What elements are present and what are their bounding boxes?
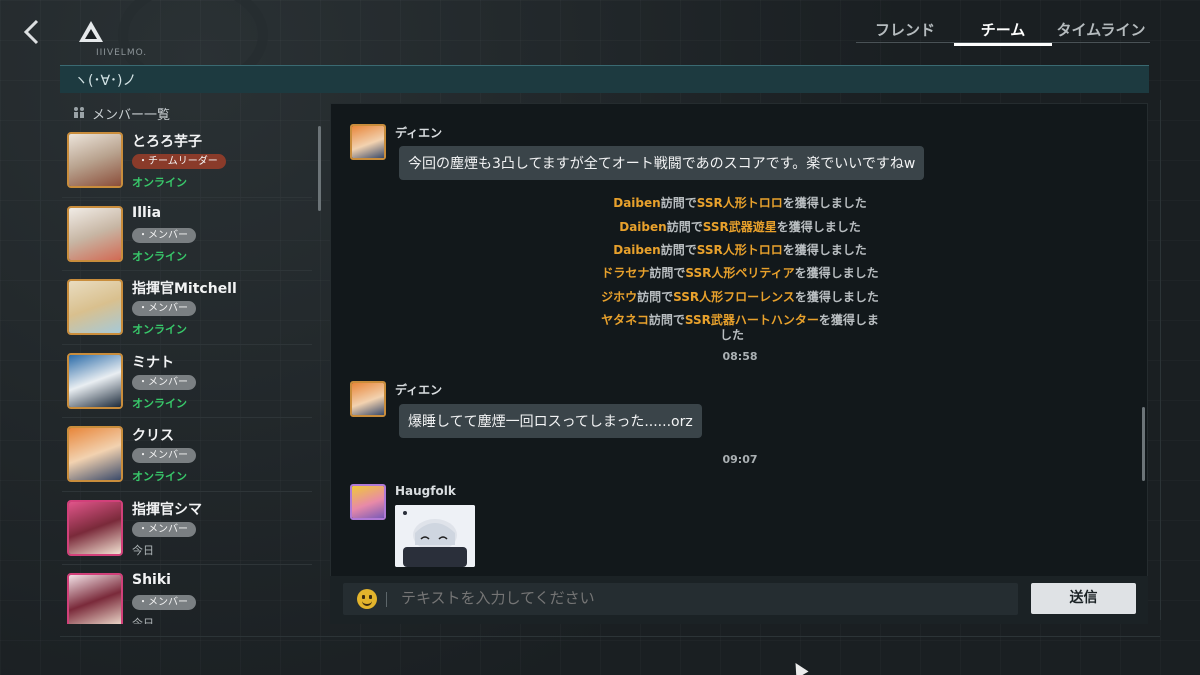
member-name: Illia	[132, 204, 162, 221]
decor-line	[40, 100, 41, 620]
timestamp: 08:58	[722, 350, 758, 363]
role-badge: ・メンバー	[132, 301, 196, 316]
members-icon	[72, 106, 86, 121]
member-status: 今日	[132, 543, 154, 557]
smiley-icon[interactable]	[357, 589, 377, 609]
system-message: Daiben訪問でSSR人形トロロを獲得しました	[613, 196, 867, 210]
member-item[interactable]: 指揮官シマ ・メンバー 今日	[62, 492, 312, 565]
brand-logo: IIIVELMO.	[76, 20, 186, 60]
message-sender: ディエン	[395, 126, 443, 140]
avatar	[67, 132, 123, 188]
member-status: オンライン	[132, 470, 187, 483]
member-status: オンライン	[132, 176, 187, 189]
system-message: ジホウ訪問でSSR人形フローレンスを獲得しました	[601, 290, 879, 304]
member-status: オンライン	[132, 323, 187, 336]
avatar[interactable]	[350, 381, 386, 417]
tab-timeline[interactable]: タイムライン	[1052, 14, 1150, 44]
member-item[interactable]: Shiki ・メンバー 今日	[62, 565, 312, 624]
role-badge: ・メンバー	[132, 521, 196, 537]
member-item[interactable]: ミナト ・メンバー オンライン	[62, 345, 312, 418]
top-tabs: フレンド チーム タイムライン	[856, 14, 1150, 46]
triangle-logo-icon	[79, 21, 103, 42]
avatar[interactable]	[350, 124, 386, 160]
member-name: クリス	[132, 428, 174, 444]
message-bubble: 爆睡してて塵煙一回ロスってしまった......orz	[399, 404, 702, 438]
member-list-scrollbar[interactable]	[318, 126, 321, 211]
role-badge: ・メンバー	[132, 374, 196, 390]
system-message: Daiben訪問でSSR人形トロロを獲得しました	[613, 243, 867, 257]
avatar	[67, 279, 123, 335]
member-name: とろろ芋子	[132, 134, 202, 150]
chat-panel[interactable]: ディエン 今回の塵煙も3凸してますが全てオート戦闘であのスコアです。楽でいいです…	[330, 103, 1148, 624]
send-button[interactable]: 送信	[1031, 583, 1136, 614]
team-status-bar: ヽ(･∀･)ノ	[60, 65, 1149, 93]
member-name: ミナト	[132, 354, 174, 371]
team-status-text: ヽ(･∀･)ノ	[74, 73, 137, 89]
tab-friends[interactable]: フレンド	[856, 14, 954, 44]
chat-scrollbar[interactable]	[1142, 407, 1145, 481]
avatar	[67, 426, 123, 482]
avatar	[67, 205, 123, 262]
timestamp: 09:07	[722, 453, 758, 466]
members-title: メンバー一覧	[72, 104, 170, 123]
message-sender: Haugfolk	[395, 484, 456, 498]
member-status: オンライン	[132, 249, 187, 263]
member-item[interactable]: Illia ・メンバー オンライン	[62, 198, 312, 271]
member-name: Shiki	[132, 572, 171, 588]
role-badge: ・メンバー	[132, 448, 196, 463]
avatar[interactable]	[350, 484, 386, 520]
member-item[interactable]: 指揮官Mitchell ・メンバー オンライン	[62, 271, 312, 345]
system-message: Daiben訪問でSSR武器遊星を獲得しました	[619, 220, 861, 234]
avatar	[67, 499, 123, 556]
member-item[interactable]: クリス ・メンバー オンライン	[62, 418, 312, 492]
role-badge: ・メンバー	[132, 595, 196, 610]
message-bubble: 今回の塵煙も3凸してますが全てオート戦闘であのスコアです。楽でいいですねw	[399, 146, 925, 180]
member-name: 指揮官Mitchell	[132, 281, 237, 297]
role-badge: ・メンバー	[132, 227, 196, 243]
avatar	[67, 573, 123, 624]
tabs-divider	[856, 42, 1150, 43]
tab-team[interactable]: チーム	[954, 14, 1052, 46]
members-title-label: メンバー一覧	[92, 108, 171, 123]
member-name: 指揮官シマ	[132, 501, 202, 518]
decor-line	[1160, 100, 1161, 620]
input-divider	[386, 592, 387, 607]
decor-line	[60, 636, 1160, 637]
avatar	[67, 352, 123, 409]
back-button[interactable]	[22, 18, 50, 48]
member-item[interactable]: とろろ芋子 ・チームリーダー オンライン	[62, 124, 312, 198]
member-list[interactable]: とろろ芋子 ・チームリーダー オンライン Illia ・メンバー オンライン 指…	[62, 124, 312, 624]
role-badge: ・チームリーダー	[132, 154, 226, 169]
system-message-wrap: した	[719, 328, 744, 342]
chat-input-bar: 送信	[330, 576, 1148, 624]
system-message: ドラセナ訪問でSSR人形ペリティアを獲得しました	[601, 266, 879, 280]
member-status: 今日	[132, 617, 154, 624]
sticker-image[interactable]	[395, 505, 475, 567]
message-sender: ディエン	[395, 383, 443, 397]
message-field[interactable]	[343, 583, 1018, 615]
message-input[interactable]	[401, 589, 1001, 607]
brand-text: IIIVELMO.	[96, 48, 148, 58]
member-status: オンライン	[132, 396, 187, 410]
chevron-left-icon	[23, 19, 39, 45]
